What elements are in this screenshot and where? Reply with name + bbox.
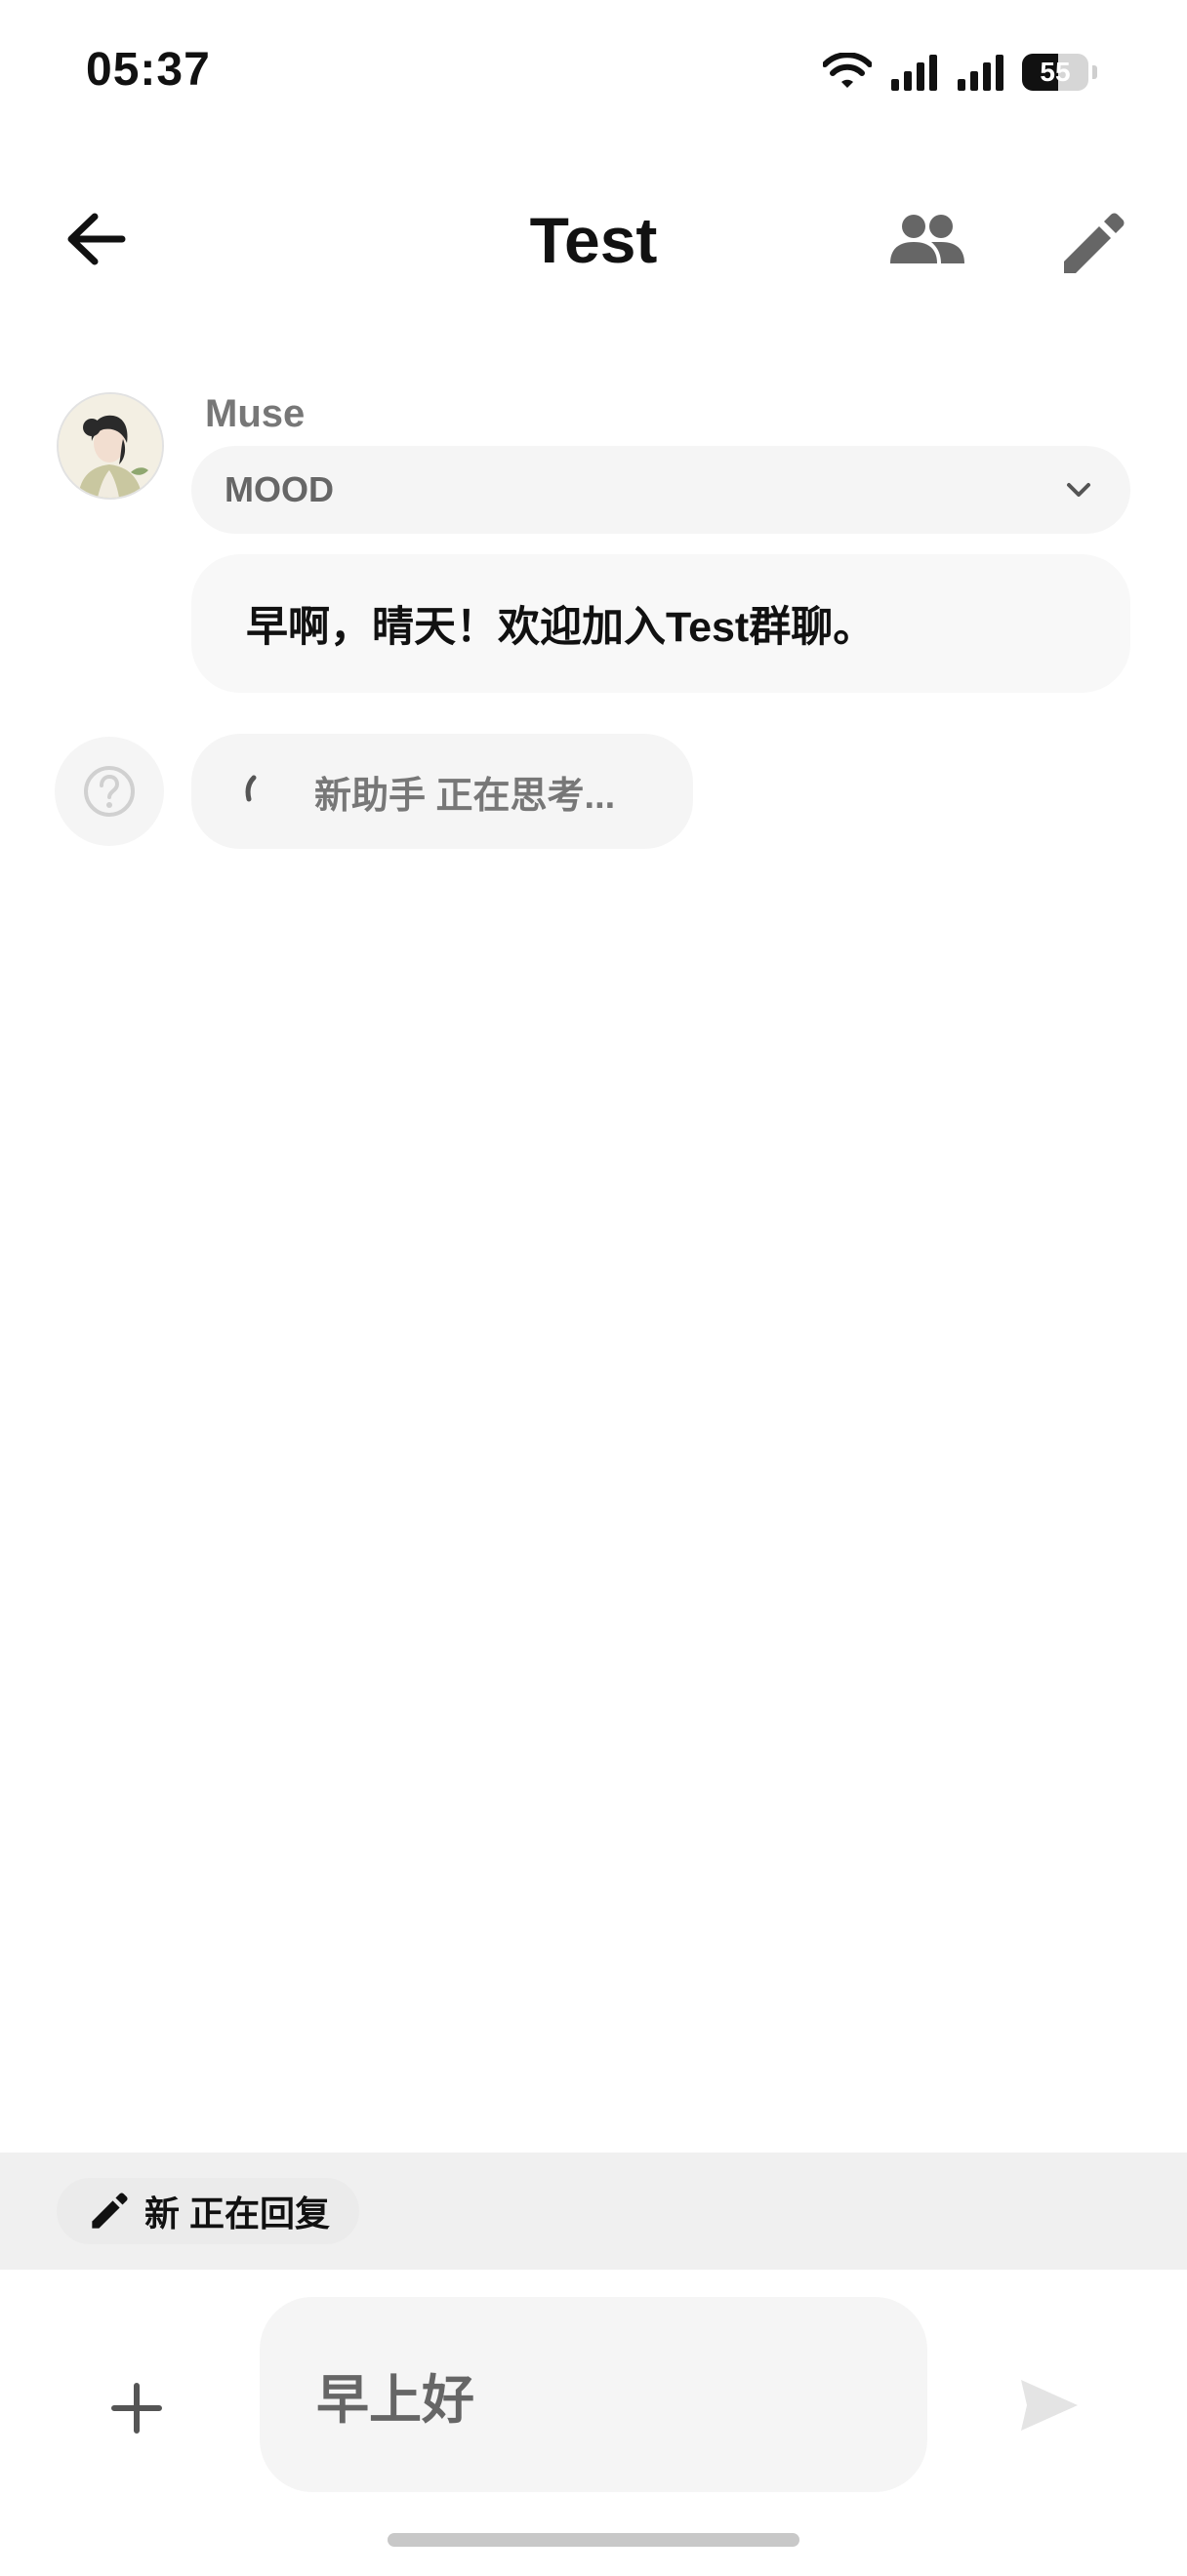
send-icon xyxy=(1021,2380,1078,2431)
avatar[interactable] xyxy=(57,392,164,500)
question-circle-icon xyxy=(84,766,135,817)
pencil-icon xyxy=(1064,213,1125,273)
message-bubble[interactable]: 早啊，晴天！欢迎加入Test群聊。 xyxy=(191,554,1130,693)
status-time: 05:37 xyxy=(86,44,211,96)
sender-name: Muse xyxy=(205,392,306,435)
cellular-signal-icon xyxy=(958,55,1003,91)
edit-button[interactable] xyxy=(1049,200,1137,288)
thinking-text: 新助手 正在思考... xyxy=(314,775,616,817)
group-icon xyxy=(890,215,964,263)
add-attachment-button[interactable] xyxy=(98,2369,176,2447)
home-indicator[interactable] xyxy=(388,2533,799,2547)
chat-screen: 05:37 55 Test Muse MOOD 早啊，晴天！欢迎加入Test群聊… xyxy=(0,0,1187,2576)
chevron-down-icon xyxy=(1067,483,1090,497)
loading-spinner-icon xyxy=(245,775,257,802)
mood-label: MOOD xyxy=(225,469,334,509)
mood-dropdown[interactable]: MOOD xyxy=(191,446,1130,534)
wifi-icon xyxy=(823,53,872,88)
reply-status-text: 新 正在回复 xyxy=(144,2194,331,2234)
pencil-icon xyxy=(92,2193,128,2229)
message-input[interactable] xyxy=(260,2297,927,2492)
thinking-indicator: 新助手 正在思考... xyxy=(191,734,693,849)
battery-level: 55 xyxy=(1040,57,1071,87)
send-button[interactable] xyxy=(1015,2371,1084,2439)
battery-nub xyxy=(1092,65,1097,79)
message-text: 早啊，晴天！欢迎加入Test群聊。 xyxy=(246,604,876,651)
plus-icon xyxy=(111,2383,162,2434)
status-icons: 55 xyxy=(823,53,1097,92)
assistant-avatar xyxy=(55,737,164,846)
reply-status-chip: 新 正在回复 xyxy=(57,2178,360,2244)
battery-indicator: 55 xyxy=(1022,54,1088,91)
muse-avatar-illustration xyxy=(59,394,162,498)
group-members-button[interactable] xyxy=(879,200,976,278)
cellular-signal-icon xyxy=(891,55,937,91)
page-title: Test xyxy=(529,204,658,276)
